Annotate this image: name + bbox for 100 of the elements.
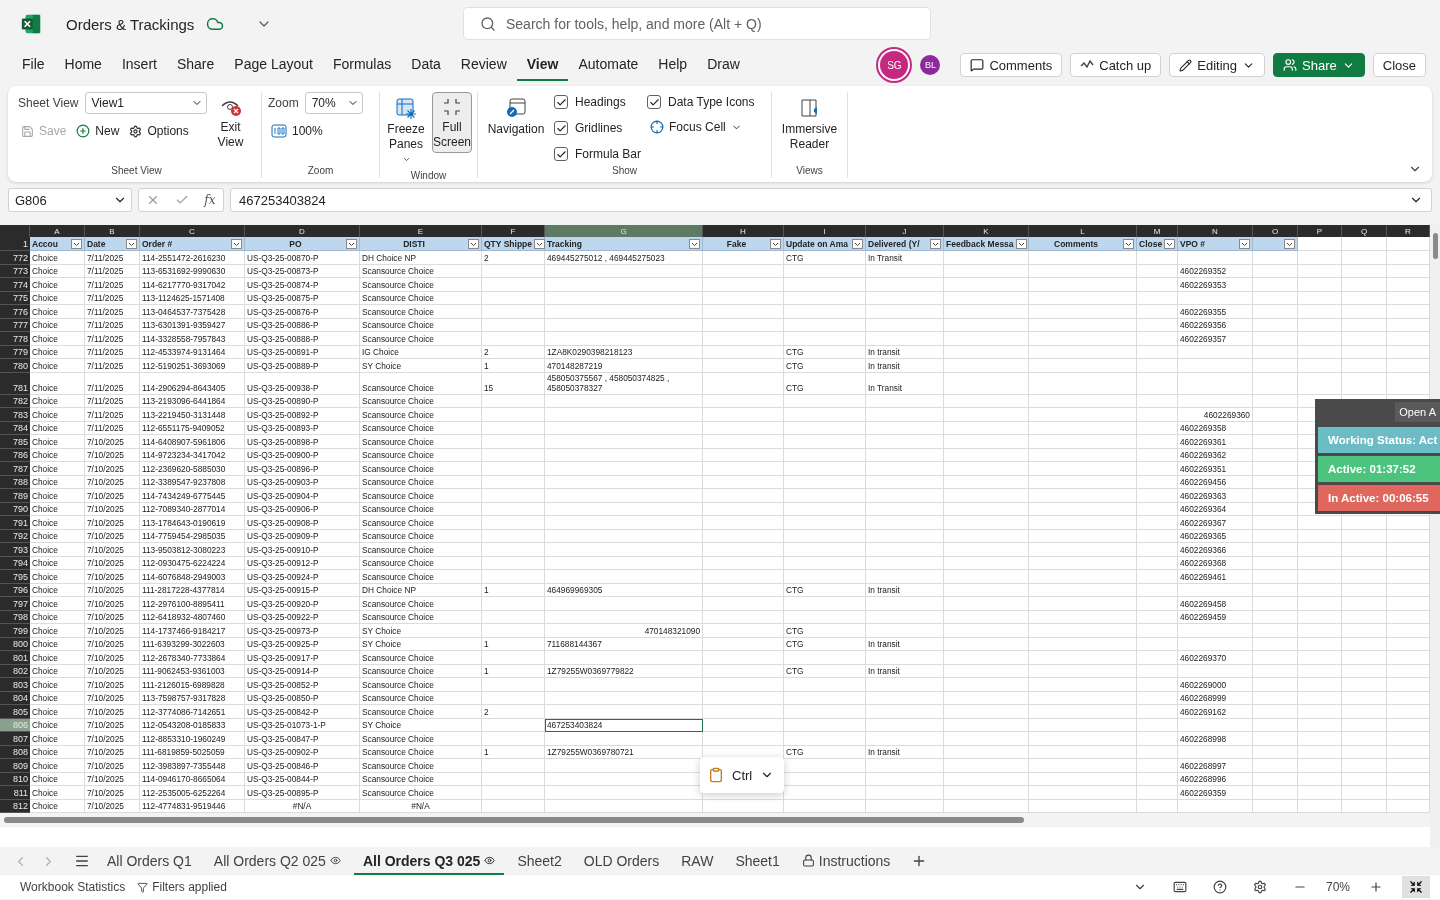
- menu-tab[interactable]: Insert: [111, 49, 167, 81]
- row-header[interactable]: 789: [0, 489, 30, 503]
- filter-button[interactable]: [346, 238, 357, 249]
- column-header[interactable]: E: [360, 225, 482, 237]
- checkbox[interactable]: Gridlines: [554, 118, 642, 138]
- row-header[interactable]: 785: [0, 435, 30, 449]
- row-header[interactable]: 781: [0, 372, 30, 395]
- filter-button[interactable]: [1123, 238, 1134, 249]
- sheet-tab[interactable]: Instructions: [792, 847, 900, 875]
- column-header[interactable]: F: [482, 225, 545, 237]
- filter-button[interactable]: [468, 238, 479, 249]
- filter-button[interactable]: [689, 238, 700, 249]
- menu-tab[interactable]: View: [516, 49, 569, 81]
- checkbox-box[interactable]: [647, 95, 662, 109]
- full-screen-button[interactable]: Full Screen: [432, 92, 472, 153]
- filter-button[interactable]: [231, 238, 242, 249]
- table-cell[interactable]: 467253403824: [545, 718, 703, 732]
- column-header[interactable]: D: [245, 225, 360, 237]
- checkbox[interactable]: Data Type Icons: [647, 92, 755, 112]
- menu-tab[interactable]: Share: [166, 49, 225, 81]
- column-header[interactable]: N: [1178, 225, 1253, 237]
- row-header[interactable]: 805: [0, 705, 30, 719]
- checkbox-box[interactable]: [554, 95, 568, 109]
- filter-button[interactable]: [1164, 238, 1176, 249]
- column-header[interactable]: L: [1029, 225, 1137, 237]
- row-header[interactable]: 797: [0, 597, 30, 611]
- filter-button[interactable]: [534, 238, 546, 249]
- function-button[interactable]: fx: [204, 193, 216, 207]
- filter-button[interactable]: [930, 238, 941, 249]
- freeze-panes-button[interactable]: Freeze Panes: [386, 92, 426, 170]
- sheet-tab[interactable]: All Orders Q2 025: [204, 847, 350, 875]
- sheet-tab[interactable]: Sheet2: [508, 847, 571, 875]
- user-avatar[interactable]: SG: [880, 51, 909, 79]
- column-header[interactable]: K: [944, 225, 1029, 237]
- row-header[interactable]: 783: [0, 408, 30, 422]
- catchup-button[interactable]: Catch up: [1070, 53, 1162, 77]
- column-header[interactable]: G: [545, 225, 703, 237]
- row-header[interactable]: 803: [0, 678, 30, 692]
- row-header[interactable]: 778: [0, 332, 30, 346]
- row-header[interactable]: 774: [0, 278, 30, 292]
- filter-button[interactable]: [71, 238, 82, 249]
- checkbox[interactable]: Formula Bar: [554, 144, 642, 164]
- row-header[interactable]: 799: [0, 624, 30, 638]
- sheet-view-select[interactable]: View1: [84, 92, 207, 114]
- workbook-statistics[interactable]: Workbook Statistics: [20, 880, 126, 894]
- name-box[interactable]: G806: [8, 188, 132, 212]
- filter-button[interactable]: [852, 238, 863, 249]
- menu-tab[interactable]: Home: [54, 49, 112, 81]
- formula-input[interactable]: 467253403824: [230, 188, 1432, 212]
- row-header[interactable]: 780: [0, 359, 30, 373]
- share-button[interactable]: Share: [1273, 53, 1365, 77]
- horizontal-scrollbar[interactable]: [0, 813, 1430, 827]
- paste-options-button[interactable]: Ctrl: [700, 757, 784, 793]
- row-header[interactable]: 787: [0, 462, 30, 476]
- menu-icon[interactable]: [74, 853, 90, 869]
- row-header[interactable]: 1: [0, 237, 30, 251]
- new-button[interactable]: New: [73, 122, 123, 140]
- user-avatar[interactable]: BL: [920, 55, 941, 75]
- menu-tab[interactable]: Automate: [568, 49, 649, 81]
- column-header[interactable]: B: [85, 225, 140, 237]
- zoom-100-button[interactable]: 100%: [268, 122, 363, 140]
- menu-tab[interactable]: Data: [401, 49, 451, 81]
- comments-button[interactable]: Comments: [960, 53, 1063, 77]
- close-button[interactable]: Close: [1372, 53, 1426, 77]
- keyboard-icon[interactable]: [1172, 880, 1187, 894]
- sheet-tab[interactable]: RAW: [672, 847, 723, 875]
- filter-button[interactable]: [1239, 238, 1250, 249]
- navigation-button[interactable]: Navigation: [484, 92, 548, 140]
- filter-button[interactable]: [1284, 238, 1295, 249]
- column-header[interactable]: I: [784, 225, 866, 237]
- column-header[interactable]: O: [1253, 225, 1298, 237]
- column-header[interactable]: A: [30, 225, 85, 237]
- row-header[interactable]: 793: [0, 543, 30, 557]
- menu-tab[interactable]: Review: [450, 49, 517, 81]
- filter-button[interactable]: [770, 238, 781, 249]
- row-header[interactable]: 811: [0, 786, 30, 800]
- open-button[interactable]: Open A: [1395, 402, 1440, 422]
- column-header[interactable]: C: [140, 225, 245, 237]
- checkbox-box[interactable]: [554, 147, 568, 161]
- exit-fullscreen-button[interactable]: [1402, 876, 1430, 898]
- menu-tab[interactable]: Formulas: [322, 49, 402, 81]
- help-icon[interactable]: [1212, 880, 1227, 894]
- column-header[interactable]: R: [1387, 225, 1430, 237]
- row-header[interactable]: 791: [0, 516, 30, 530]
- exit-view-button[interactable]: Exit View: [212, 92, 249, 153]
- menu-tab[interactable]: Draw: [697, 49, 750, 81]
- menu-tab[interactable]: Help: [648, 49, 698, 81]
- checkbox-box[interactable]: [554, 121, 568, 135]
- menu-tab[interactable]: File: [12, 49, 55, 81]
- options-button[interactable]: Options: [126, 122, 192, 140]
- filter-button[interactable]: [126, 238, 137, 249]
- filter-button[interactable]: [1015, 238, 1027, 249]
- row-header[interactable]: 801: [0, 651, 30, 665]
- settings-icon[interactable]: [1252, 880, 1267, 894]
- row-header[interactable]: 795: [0, 570, 30, 584]
- column-header[interactable]: P: [1298, 225, 1342, 237]
- check-icon[interactable]: [175, 193, 190, 207]
- row-header[interactable]: 772: [0, 251, 30, 265]
- editing-button[interactable]: Editing: [1169, 53, 1266, 77]
- menu-tab[interactable]: Page Layout: [224, 49, 323, 81]
